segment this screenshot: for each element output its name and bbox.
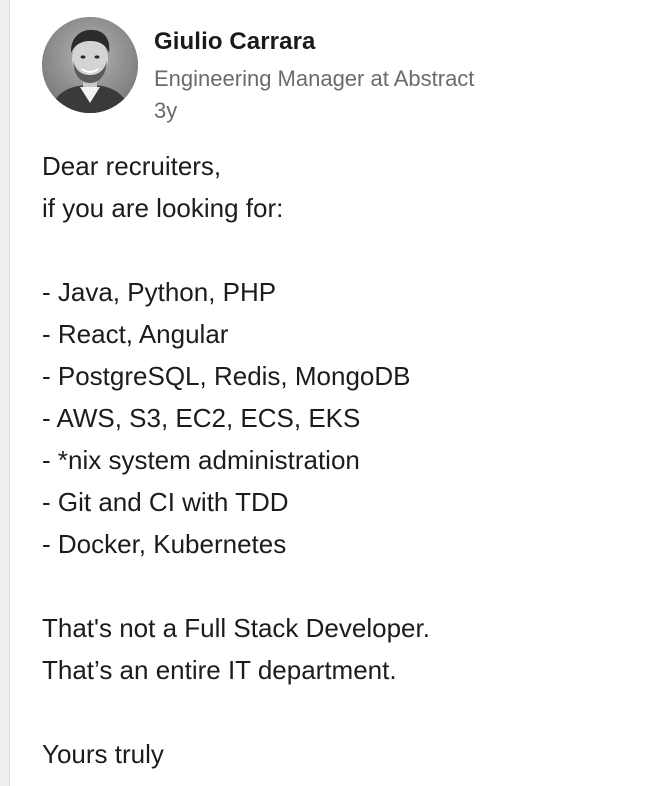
avatar[interactable] — [42, 17, 138, 113]
avatar-photo — [42, 17, 138, 113]
post-conclusion-line: That’s an entire IT department. — [42, 655, 397, 685]
skill-item: - React, Angular — [42, 319, 229, 349]
skill-item: - *nix system administration — [42, 445, 360, 475]
skill-item: - Docker, Kubernetes — [42, 529, 287, 559]
author-name[interactable]: Giulio Carrara — [154, 28, 315, 56]
skill-item: - Java, Python, PHP — [42, 277, 277, 307]
skill-item: - Git and CI with TDD — [42, 487, 289, 517]
post-conclusion-line: That's not a Full Stack Developer. — [42, 613, 430, 643]
post-intro: if you are looking for: — [42, 193, 284, 223]
post-timestamp: 3y — [154, 98, 178, 123]
skill-item: - AWS, S3, EC2, ECS, EKS — [42, 403, 361, 433]
skill-item: - PostgreSQL, Redis, MongoDB — [42, 361, 411, 391]
post-greeting: Dear recruiters, — [42, 151, 222, 181]
post-text: Dear recruiters, if you are looking for:… — [42, 145, 652, 775]
post-card: Giulio Carrara Engineering Manager at Ab… — [0, 0, 669, 786]
author-headline: Engineering Manager at Abstract — [154, 66, 475, 91]
post-signoff: Yours truly — [42, 739, 164, 769]
